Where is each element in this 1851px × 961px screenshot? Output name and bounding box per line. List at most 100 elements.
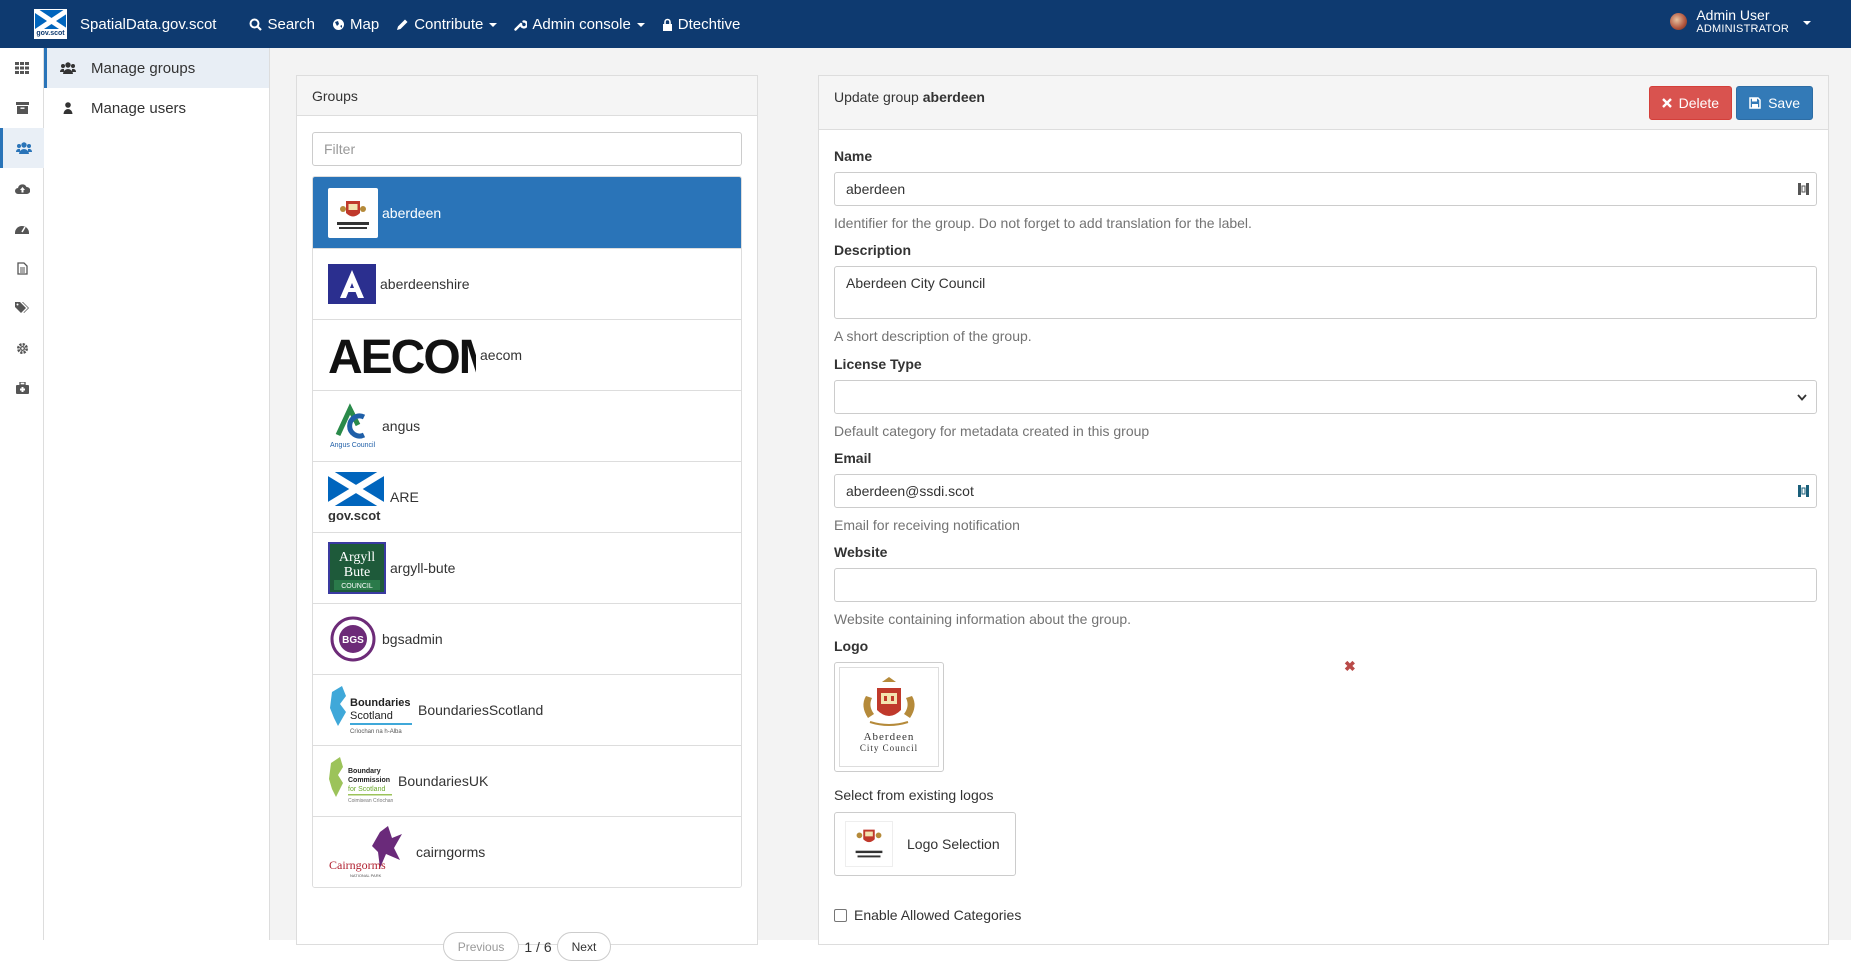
group-label: cairngorms <box>416 844 486 860</box>
svg-text:COUNCIL: COUNCIL <box>341 583 373 590</box>
group-item-aberdeenshire[interactable]: aberdeenshire <box>313 248 741 319</box>
group-label: BoundariesUK <box>398 773 489 789</box>
avatar <box>1670 13 1688 30</box>
svg-text:Coimisean Crìochan: Coimisean Crìochan <box>348 798 394 804</box>
rail-statistics[interactable] <box>0 208 44 248</box>
dashboard-grid-icon <box>15 62 29 74</box>
group-label: aecom <box>480 347 523 363</box>
website-help: Website containing information about the… <box>834 611 1132 627</box>
website-input[interactable] <box>834 568 1817 602</box>
users-subnav: Manage groups Manage users <box>44 48 270 940</box>
nav-contribute-label: Contribute <box>414 15 484 33</box>
group-label: aberdeen <box>382 204 442 221</box>
groups-panel-header: Groups <box>297 76 757 116</box>
group-item-aecom[interactable]: AECOM aecom <box>313 319 741 390</box>
delete-button[interactable]: Delete <box>1648 85 1733 120</box>
aberdeenshire-logo <box>328 264 376 304</box>
group-item-argyll-bute[interactable]: Argyll Bute COUNCIL argyll-bute <box>313 532 741 603</box>
rail-metadata[interactable] <box>0 88 44 128</box>
aberdeen-crest-logo: Aberdeen City Council <box>839 667 939 767</box>
nav-dtechtive[interactable]: Dtechtive <box>662 16 740 33</box>
rail-reports[interactable] <box>0 248 44 288</box>
header-group-name: aberdeen <box>922 89 985 105</box>
chevron-down-icon <box>636 23 645 27</box>
tags-icon <box>14 302 29 313</box>
name-input[interactable]: aberdeen <box>834 172 1817 206</box>
existing-logos-label: Select from existing logos <box>834 787 994 803</box>
group-item-boundariesscotland[interactable]: Boundaries Scotland Crìochan na h-Alba Bou… <box>313 674 741 745</box>
allowed-categories-checkbox[interactable] <box>834 908 847 922</box>
chevron-down-icon <box>1797 394 1807 401</box>
allowed-categories-row: Enable Allowed Categories <box>834 907 1817 923</box>
subnav-manage-users[interactable]: Manage users <box>44 88 269 128</box>
email-label: Email <box>834 450 872 466</box>
license-select[interactable] <box>834 380 1817 414</box>
previous-button[interactable]: Previous <box>442 932 520 961</box>
update-group-panel: Update group aberdeen Delete Save Name a… <box>818 75 1829 945</box>
group-item-are[interactable]: gov.scot ARE <box>313 461 741 532</box>
description-textarea[interactable]: Aberdeen City Council <box>834 266 1817 319</box>
email-input[interactable]: aberdeen@ssdi.scot <box>834 474 1817 508</box>
remove-logo-icon[interactable]: ✖ <box>1344 658 1356 675</box>
save-label: Save <box>1768 94 1800 111</box>
rail-tools[interactable] <box>0 368 44 408</box>
svg-text:Bute: Bute <box>344 565 370 580</box>
nav-map[interactable]: Map <box>332 16 379 33</box>
save-button[interactable]: Save <box>1736 85 1813 120</box>
subnav-manage-groups-label: Manage groups <box>91 59 196 77</box>
user-role: ADMINISTRATOR <box>1696 23 1789 35</box>
name-value: aberdeen <box>846 181 906 197</box>
website-field: Website Website containing information a… <box>834 544 1817 627</box>
aberdeen-crest-logo <box>328 187 378 238</box>
logo-preview[interactable]: Aberdeen City Council <box>834 662 944 772</box>
rail-harvesting[interactable] <box>0 168 44 208</box>
nav-search[interactable]: Search <box>249 16 315 33</box>
rail-settings[interactable] <box>0 328 44 368</box>
bgs-logo: BGS <box>328 614 378 664</box>
license-label: License Type <box>834 356 922 372</box>
svg-text:Boundary: Boundary <box>348 768 381 775</box>
logo-field: Logo Aberdeen City Council ✖ <box>834 638 1817 772</box>
cog-icon <box>16 342 28 354</box>
user-menu[interactable]: Admin User ADMINISTRATOR <box>1670 7 1811 36</box>
logo-preview-wrap: Aberdeen City Council <box>834 662 944 772</box>
nav-map-label: Map <box>350 15 380 33</box>
filter-placeholder: Filter <box>324 141 356 157</box>
group-item-aberdeen[interactable]: aberdeen <box>313 177 741 248</box>
filter-input[interactable]: Filter <box>312 132 742 166</box>
group-label: angus <box>382 418 421 434</box>
nav-contribute[interactable]: Contribute <box>396 15 498 33</box>
description-label: Description <box>834 242 912 258</box>
rail-dashboard[interactable] <box>0 48 44 88</box>
group-label: aberdeenshire <box>380 276 470 292</box>
brand-name[interactable]: SpatialData.gov.scot <box>80 16 216 33</box>
page-indicator: 1 / 6 <box>524 938 552 955</box>
nav-admin-console[interactable]: Admin console <box>514 16 645 33</box>
user-name: Admin User <box>1696 7 1770 23</box>
password-manager-icon[interactable] <box>1798 182 1810 196</box>
gov-scot-logo: gov.scot <box>34 9 67 39</box>
rail-users[interactable] <box>0 128 44 168</box>
website-label: Website <box>834 544 888 560</box>
gov-scot-logo-text: gov.scot <box>328 508 381 522</box>
email-value: aberdeen@ssdi.scot <box>846 483 974 499</box>
group-label: argyll-bute <box>390 560 456 576</box>
bgs-logo-text: BGS <box>342 635 364 646</box>
group-item-bgsadmin[interactable]: BGS bgsadmin <box>313 603 741 674</box>
logo-caption: gov.scot <box>35 29 66 38</box>
allowed-categories-label: Enable Allowed Categories <box>854 907 1022 923</box>
logo-selection-button[interactable]: Logo Selection <box>834 812 1016 876</box>
boundaries-scotland-logo: Boundaries Scotland Crìochan na h-Alba <box>328 682 414 738</box>
group-item-cairngorms[interactable]: Cairngorms NATIONAL PARK cairngorms <box>313 816 741 887</box>
group-item-boundariesuk[interactable]: Boundary Commission for Scotland Coimisean … <box>313 745 741 816</box>
angus-council-logo: Angus Council <box>328 401 378 451</box>
header-actions: Delete Save <box>1645 85 1813 120</box>
subnav-manage-groups[interactable]: Manage groups <box>44 48 269 88</box>
next-button[interactable]: Next <box>556 932 612 961</box>
save-icon <box>1749 96 1761 109</box>
group-item-angus[interactable]: Angus Council angus <box>313 390 741 461</box>
groups-title: Groups <box>312 87 358 104</box>
brand-link[interactable]: gov.scot SpatialData.gov.scot <box>34 0 216 48</box>
password-manager-icon[interactable] <box>1798 484 1810 498</box>
rail-classification[interactable] <box>0 288 44 328</box>
